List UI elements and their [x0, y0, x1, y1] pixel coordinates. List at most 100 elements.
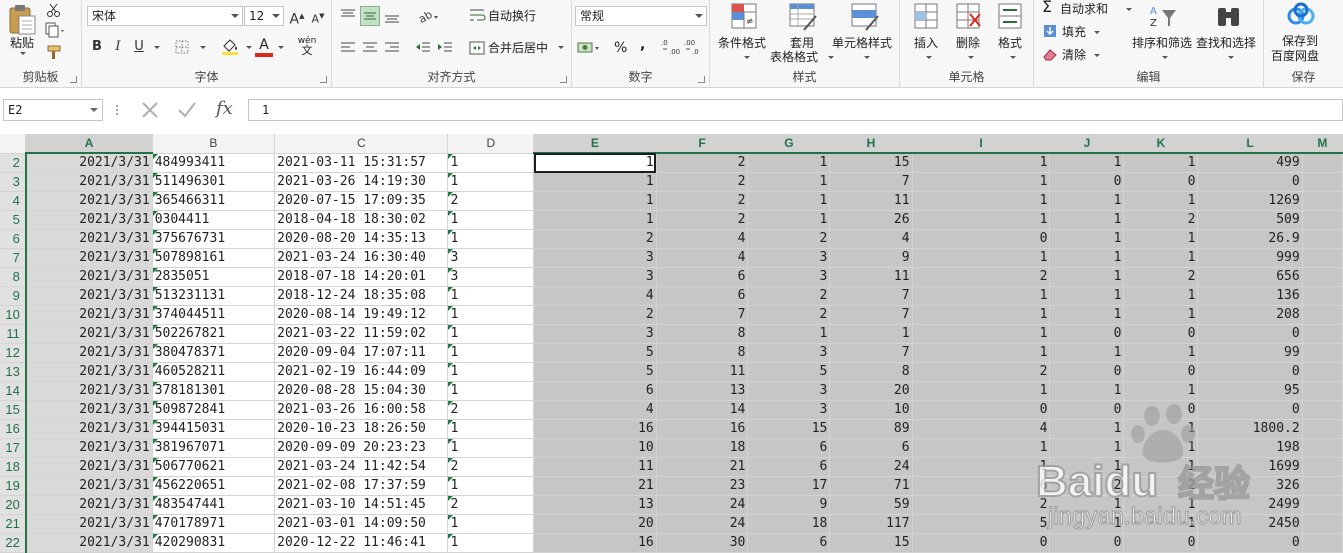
cell-h[interactable]: 11: [829, 267, 913, 287]
cell-b[interactable]: 378181301: [152, 381, 276, 401]
cell-i[interactable]: 6: [912, 476, 1051, 496]
cell-g[interactable]: 5: [747, 362, 831, 382]
cell-d[interactable]: 1: [447, 514, 535, 534]
column-header-d[interactable]: D: [447, 134, 535, 154]
clipboard-launcher-icon[interactable]: [70, 76, 77, 83]
cell-i[interactable]: 1: [912, 438, 1051, 458]
cell-j[interactable]: 0: [1049, 533, 1125, 553]
cell-d[interactable]: 1: [447, 476, 535, 496]
cell-m[interactable]: [1302, 457, 1343, 477]
cell-f[interactable]: 2: [656, 191, 749, 211]
wrap-text-label[interactable]: 自动换行: [488, 9, 536, 23]
cell-b[interactable]: 380478371: [152, 343, 276, 363]
cell-b[interactable]: 483547441: [152, 495, 276, 515]
cell-d[interactable]: 3: [447, 267, 535, 287]
cell-l[interactable]: 0: [1197, 362, 1303, 382]
cell-e[interactable]: 1: [533, 153, 657, 173]
cell-i[interactable]: 1: [912, 324, 1051, 344]
cell-b[interactable]: 511496301: [152, 172, 276, 192]
cell-f[interactable]: 2: [656, 210, 749, 230]
cell-a[interactable]: 2021/3/31: [25, 248, 153, 268]
cell-c[interactable]: 2021-03-10 14:51:45: [274, 495, 449, 515]
cell-a[interactable]: 2021/3/31: [25, 438, 153, 458]
cell-f[interactable]: 11: [656, 362, 749, 382]
cell-k[interactable]: 1: [1123, 229, 1199, 249]
cell-h[interactable]: 20: [829, 381, 913, 401]
spreadsheet-grid[interactable]: A B C D E F G H I J K L M 2 2021/3/31 4849…: [0, 134, 1343, 553]
paste-button[interactable]: 粘贴: [4, 2, 40, 58]
cell-g[interactable]: 15: [747, 419, 831, 439]
italic-button[interactable]: I: [108, 37, 128, 57]
cell-j[interactable]: 1: [1049, 305, 1125, 325]
row-header[interactable]: 20: [0, 495, 27, 515]
font-size-select[interactable]: 12: [244, 6, 284, 26]
grow-font-button[interactable]: A▲: [287, 6, 307, 28]
cell-j[interactable]: 1: [1049, 514, 1125, 534]
cell-c[interactable]: 2018-07-18 14:20:01: [274, 267, 449, 287]
cell-l[interactable]: 0: [1197, 172, 1303, 192]
cell-a[interactable]: 2021/3/31: [25, 191, 153, 211]
column-header-f[interactable]: F: [656, 134, 749, 154]
row-header[interactable]: 5: [0, 210, 27, 230]
cell-m[interactable]: [1302, 210, 1343, 230]
cell-d[interactable]: 1: [447, 533, 535, 553]
cell-g[interactable]: 3: [747, 248, 831, 268]
cell-f[interactable]: 14: [656, 400, 749, 420]
cell-l[interactable]: 326: [1197, 476, 1303, 496]
format-cells-button[interactable]: 格式: [990, 2, 1030, 64]
cell-c[interactable]: 2020-08-28 15:04:30: [274, 381, 449, 401]
cell-f[interactable]: 16: [656, 419, 749, 439]
merge-center-icon[interactable]: [468, 39, 486, 57]
cell-h[interactable]: 15: [829, 533, 913, 553]
cell-d[interactable]: 2: [447, 400, 535, 420]
cell-i[interactable]: 1: [912, 210, 1051, 230]
cell-c[interactable]: 2020-08-14 19:49:12: [274, 305, 449, 325]
cell-j[interactable]: 1: [1049, 419, 1125, 439]
row-header[interactable]: 9: [0, 286, 27, 306]
cell-h[interactable]: 7: [829, 172, 913, 192]
cell-b[interactable]: 509872841: [152, 400, 276, 420]
cell-d[interactable]: 3: [447, 248, 535, 268]
cell-g[interactable]: 18: [747, 514, 831, 534]
cell-styles-button[interactable]: 单元格样式: [832, 2, 898, 64]
row-header[interactable]: 2: [0, 153, 27, 173]
cell-a[interactable]: 2021/3/31: [25, 476, 153, 496]
cell-e[interactable]: 1: [533, 210, 657, 230]
cell-f[interactable]: 2: [656, 153, 749, 173]
cell-a[interactable]: 2021/3/31: [25, 381, 153, 401]
cell-g[interactable]: 6: [747, 457, 831, 477]
cell-m[interactable]: [1302, 419, 1343, 439]
cell-d[interactable]: 1: [447, 419, 535, 439]
cell-g[interactable]: 9: [747, 495, 831, 515]
decrease-decimal-icon[interactable]: .00.0: [683, 37, 707, 57]
cell-m[interactable]: [1302, 362, 1343, 382]
cell-l[interactable]: 1800.2: [1197, 419, 1303, 439]
cell-h[interactable]: 11: [829, 191, 913, 211]
cell-i[interactable]: 1: [912, 248, 1051, 268]
cell-f[interactable]: 6: [656, 286, 749, 306]
row-header[interactable]: 13: [0, 362, 27, 382]
align-bottom-icon[interactable]: [382, 6, 402, 26]
cell-b[interactable]: 470178971: [152, 514, 276, 534]
cell-a[interactable]: 2021/3/31: [25, 153, 153, 173]
column-header-j[interactable]: J: [1049, 134, 1125, 154]
cell-k[interactable]: 0: [1123, 533, 1199, 553]
font-name-select[interactable]: 宋体: [87, 6, 243, 26]
cell-i[interactable]: 2: [912, 362, 1051, 382]
cell-d[interactable]: 2: [447, 495, 535, 515]
cell-f[interactable]: 6: [656, 267, 749, 287]
find-select-button[interactable]: 查找和选择: [1196, 2, 1262, 64]
cell-b[interactable]: 460528211: [152, 362, 276, 382]
percent-button[interactable]: %: [614, 41, 627, 55]
cell-k[interactable]: 1: [1123, 514, 1199, 534]
row-header[interactable]: 3: [0, 172, 27, 192]
cell-d[interactable]: 2: [447, 191, 535, 211]
cell-f[interactable]: 4: [656, 248, 749, 268]
cell-k[interactable]: 1: [1123, 381, 1199, 401]
cell-c[interactable]: 2021-03-24 11:42:54: [274, 457, 449, 477]
cell-f[interactable]: 7: [656, 305, 749, 325]
shrink-font-button[interactable]: A▼: [308, 6, 328, 26]
cell-j[interactable]: 1: [1049, 153, 1125, 173]
cell-a[interactable]: 2021/3/31: [25, 457, 153, 477]
row-header[interactable]: 4: [0, 191, 27, 211]
